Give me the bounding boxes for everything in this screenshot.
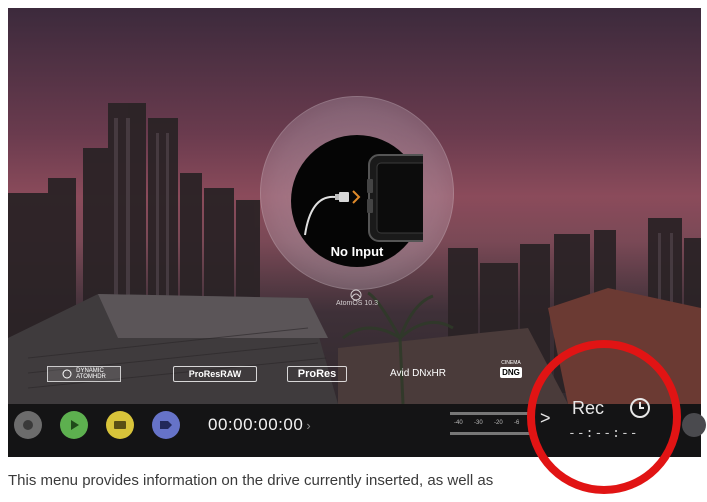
- dnxhr-badge: Avid DNxHR: [390, 367, 446, 379]
- cinema-dng-label: DNG: [500, 367, 522, 378]
- atom-hdr-label: ATOMHDR: [76, 374, 106, 380]
- monitor-icon: [114, 421, 126, 429]
- atom-hdr-badge: DYNAMIC ATOMHDR: [47, 366, 121, 382]
- os-version-label: AtomOS 10.3: [335, 300, 379, 307]
- atomos-badge-icon: [62, 369, 72, 379]
- no-input-label: No Input: [330, 244, 384, 259]
- meter-label: -20: [494, 420, 503, 426]
- cinema-dng-badge: CINEMA DNG: [500, 357, 522, 381]
- monitor-button[interactable]: [106, 411, 134, 439]
- timecode-value: 00:00:00:00: [208, 415, 304, 434]
- play-icon: [71, 420, 79, 430]
- cinema-dng-top-label: CINEMA: [501, 360, 521, 366]
- meter-label: -40: [454, 420, 463, 426]
- timecode-chevron-icon: ›: [306, 418, 312, 433]
- tag-button[interactable]: [152, 411, 180, 439]
- prores-raw-badge: ProResRAW: [173, 366, 257, 382]
- meter-label: -6: [514, 420, 520, 426]
- prores-badge: ProRes: [287, 366, 347, 382]
- highlight-ring: [527, 340, 681, 494]
- record-button[interactable]: [14, 411, 42, 439]
- record-icon: [23, 420, 33, 430]
- play-button[interactable]: [60, 411, 88, 439]
- timecode-display[interactable]: 00:00:00:00 ›: [208, 415, 311, 435]
- meter-label: -30: [474, 420, 483, 426]
- caption-text: This menu provides information on the dr…: [8, 472, 494, 489]
- menu-button[interactable]: [682, 413, 706, 437]
- tag-icon: [160, 421, 172, 429]
